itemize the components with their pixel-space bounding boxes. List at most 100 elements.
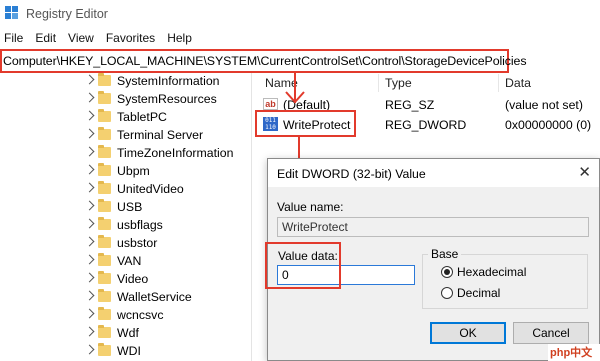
chevron-right-icon[interactable]	[84, 146, 95, 157]
chevron-right-icon[interactable]	[84, 218, 95, 229]
value-type-writeprotect: REG_DWORD	[385, 118, 467, 132]
base-groupbox	[422, 254, 588, 309]
tree-item[interactable]: Terminal Server	[0, 127, 251, 145]
dialog-title: Edit DWORD (32-bit) Value	[277, 167, 426, 181]
cancel-button[interactable]: Cancel	[513, 322, 589, 344]
folder-icon	[98, 91, 111, 104]
folder-icon	[98, 253, 111, 266]
folder-icon	[98, 181, 111, 194]
tree-item[interactable]: TabletPC	[0, 109, 251, 127]
tree-item[interactable]: WDI	[0, 343, 251, 361]
tree-item-label: VAN	[117, 254, 142, 268]
column-header-type[interactable]: Type	[385, 76, 412, 90]
folder-icon	[98, 127, 111, 140]
chevron-right-icon[interactable]	[84, 236, 95, 247]
tree-item[interactable]: VAN	[0, 253, 251, 271]
tree-item-label: WDI	[117, 344, 141, 358]
tree-item[interactable]: usbstor	[0, 235, 251, 253]
chevron-right-icon[interactable]	[84, 164, 95, 175]
tree-item[interactable]: UnitedVideo	[0, 181, 251, 199]
chevron-right-icon[interactable]	[84, 290, 95, 301]
menu-help[interactable]: Help	[161, 29, 198, 47]
chevron-right-icon[interactable]	[84, 110, 95, 121]
tree-item[interactable]: TimeZoneInformation	[0, 145, 251, 163]
folder-icon	[98, 109, 111, 122]
folder-icon	[98, 163, 111, 176]
tree-item[interactable]: Ubpm	[0, 163, 251, 181]
annotation-arrowhead	[285, 91, 305, 104]
value-data-default: (value not set)	[505, 98, 583, 112]
chevron-right-icon[interactable]	[84, 308, 95, 319]
column-divider[interactable]	[378, 74, 379, 92]
tree-item[interactable]: WalletService	[0, 289, 251, 307]
tree-item-label: TimeZoneInformation	[117, 146, 234, 160]
value-data-writeprotect: 0x00000000 (0)	[505, 118, 592, 132]
chevron-right-icon[interactable]	[84, 200, 95, 211]
menu-view[interactable]: View	[62, 29, 100, 47]
folder-icon	[98, 73, 111, 86]
folder-icon	[98, 217, 111, 230]
folder-icon	[98, 343, 111, 356]
dialog-title-bar: Edit DWORD (32-bit) Value ✕	[268, 159, 599, 187]
key-tree: SystemInformation SystemResources Tablet…	[0, 73, 252, 361]
tree-item-label: SystemInformation	[117, 74, 220, 88]
tree-item[interactable]: wcncsvc	[0, 307, 251, 325]
folder-icon	[98, 271, 111, 284]
tree-item-label: WalletService	[117, 290, 192, 304]
column-header-data[interactable]: Data	[505, 76, 531, 90]
folder-icon	[98, 145, 111, 158]
close-icon[interactable]: ✕	[578, 165, 591, 180]
folder-icon	[98, 307, 111, 320]
chevron-right-icon[interactable]	[84, 182, 95, 193]
value-type-default: REG_SZ	[385, 98, 435, 112]
tree-item-label: Video	[117, 272, 149, 286]
hexadecimal-label[interactable]: Hexadecimal	[457, 265, 526, 279]
address-bar[interactable]: Computer\HKEY_LOCAL_MACHINE\SYSTEM\Curre…	[0, 49, 527, 73]
ok-button[interactable]: OK	[430, 322, 506, 344]
tree-item-label: Ubpm	[117, 164, 150, 178]
window-title: Registry Editor	[26, 7, 108, 21]
value-name-label: Value name:	[277, 200, 344, 214]
chevron-right-icon[interactable]	[84, 344, 95, 355]
tree-item[interactable]: usbflags	[0, 217, 251, 235]
registry-editor-icon	[5, 6, 19, 20]
decimal-radio[interactable]	[441, 287, 453, 299]
chevron-right-icon[interactable]	[84, 128, 95, 139]
folder-icon	[98, 289, 111, 302]
tree-item-label: UnitedVideo	[117, 182, 184, 196]
folder-icon	[98, 235, 111, 248]
chevron-right-icon[interactable]	[84, 326, 95, 337]
tree-item[interactable]: USB	[0, 199, 251, 217]
watermark: php中文网	[548, 344, 600, 361]
tree-item[interactable]: Wdf	[0, 325, 251, 343]
tree-item-label: SystemResources	[117, 92, 217, 106]
tree-item-label: Wdf	[117, 326, 139, 340]
tree-item[interactable]: SystemInformation	[0, 73, 251, 91]
tree-item-label: wcncsvc	[117, 308, 164, 322]
tree-item[interactable]: SystemResources	[0, 91, 251, 109]
title-bar: Registry Editor	[0, 0, 600, 28]
menu-bar: File Edit View Favorites Help	[0, 29, 198, 47]
tree-item-label: usbflags	[117, 218, 163, 232]
folder-icon	[98, 325, 111, 338]
chevron-right-icon[interactable]	[84, 74, 95, 85]
chevron-right-icon[interactable]	[84, 272, 95, 283]
menu-favorites[interactable]: Favorites	[100, 29, 161, 47]
tree-item-label: Terminal Server	[117, 128, 204, 142]
string-value-icon: ab	[263, 98, 278, 110]
folder-icon	[98, 199, 111, 212]
tree-item-label: USB	[117, 200, 143, 214]
menu-file[interactable]: File	[0, 29, 29, 47]
tree-item[interactable]: Video	[0, 271, 251, 289]
chevron-right-icon[interactable]	[84, 92, 95, 103]
writeprotect-highlight	[255, 110, 356, 137]
chevron-right-icon[interactable]	[84, 254, 95, 265]
base-group-title: Base	[428, 247, 462, 261]
hexadecimal-radio[interactable]	[441, 266, 453, 278]
tree-item-label: TabletPC	[117, 110, 167, 124]
column-divider[interactable]	[498, 74, 499, 92]
menu-edit[interactable]: Edit	[29, 29, 62, 47]
column-header-name[interactable]: Name	[265, 76, 298, 90]
decimal-label[interactable]: Decimal	[457, 286, 500, 300]
tree-item-label: usbstor	[117, 236, 158, 250]
